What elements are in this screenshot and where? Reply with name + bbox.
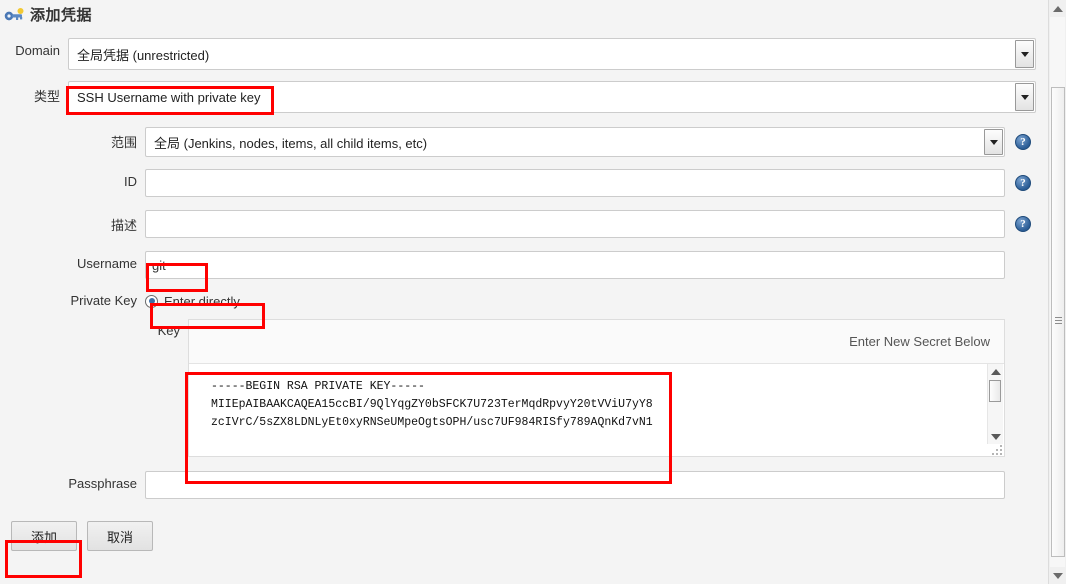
scroll-down-icon[interactable] bbox=[988, 429, 1003, 444]
scope-select[interactable]: 全局 (Jenkins, nodes, items, all child ite… bbox=[145, 127, 1005, 157]
radio-selected-icon[interactable] bbox=[145, 294, 158, 308]
chevron-down-icon[interactable] bbox=[1015, 83, 1034, 111]
domain-select-value: 全局凭据 (unrestricted) bbox=[77, 47, 210, 63]
username-input[interactable] bbox=[145, 251, 1005, 279]
page-title: 添加凭据 bbox=[30, 7, 93, 24]
resize-grip-icon[interactable] bbox=[990, 443, 1002, 455]
scope-select-value: 全局 (Jenkins, nodes, items, all child ite… bbox=[154, 135, 428, 151]
cancel-button[interactable]: 取消 bbox=[87, 521, 153, 551]
page-header: 添加凭据 bbox=[0, 0, 1049, 27]
grip-dots-icon bbox=[1055, 317, 1062, 327]
enter-directly-label: Enter directly bbox=[164, 293, 240, 309]
scroll-up-icon[interactable] bbox=[1049, 0, 1066, 17]
key-textarea-wrapper bbox=[189, 364, 1004, 456]
kind-label: 类型 bbox=[33, 89, 60, 104]
username-label: Username bbox=[77, 256, 137, 271]
key-row: Key Enter New Secret Below bbox=[0, 319, 1049, 457]
textarea-scrollbar[interactable] bbox=[987, 364, 1003, 444]
scrollbar-thumb[interactable] bbox=[1051, 87, 1065, 557]
key-textarea[interactable] bbox=[189, 364, 1004, 456]
description-label: 描述 bbox=[110, 218, 137, 233]
passphrase-input[interactable] bbox=[145, 471, 1005, 499]
action-bar: 添加 取消 bbox=[0, 521, 1049, 551]
id-label: ID bbox=[124, 174, 137, 189]
scroll-up-icon[interactable] bbox=[988, 364, 1003, 379]
scrollbar-track[interactable] bbox=[1050, 17, 1065, 567]
id-input[interactable] bbox=[145, 169, 1005, 197]
scope-help-icon[interactable]: ? bbox=[1015, 134, 1031, 150]
passphrase-label: Passphrase bbox=[68, 476, 137, 491]
description-help-icon[interactable]: ? bbox=[1015, 216, 1031, 232]
domain-row: Domain 全局凭据 (unrestricted) bbox=[0, 38, 1049, 70]
domain-select[interactable]: 全局凭据 (unrestricted) bbox=[68, 38, 1036, 70]
scroll-down-icon[interactable] bbox=[1049, 567, 1066, 584]
id-row: ID ? bbox=[0, 169, 1049, 197]
description-row: 描述 ? bbox=[0, 210, 1049, 238]
chevron-down-icon[interactable] bbox=[1015, 40, 1034, 68]
secret-panel: Enter New Secret Below bbox=[188, 319, 1005, 457]
username-row: Username bbox=[0, 251, 1049, 279]
kind-select-value: SSH Username with private key bbox=[77, 89, 261, 105]
key-icon bbox=[4, 7, 24, 23]
scrollbar-thumb[interactable] bbox=[989, 380, 1001, 402]
kind-row: 类型 SSH Username with private key bbox=[0, 81, 1049, 113]
passphrase-row: Passphrase bbox=[0, 471, 1049, 499]
submit-button[interactable]: 添加 bbox=[11, 521, 77, 551]
private-key-row: Private Key Enter directly bbox=[0, 291, 1049, 311]
enter-directly-radio-option[interactable]: Enter directly bbox=[145, 291, 1005, 311]
scope-row: 范围 全局 (Jenkins, nodes, items, all child … bbox=[0, 127, 1049, 157]
domain-label: Domain bbox=[15, 43, 60, 58]
key-label: Key bbox=[157, 323, 180, 338]
credentials-page: 添加凭据 Domain 全局凭据 (unrestricted) 类型 SSH U… bbox=[0, 0, 1049, 584]
kind-select[interactable]: SSH Username with private key bbox=[68, 81, 1036, 113]
secret-notice: Enter New Secret Below bbox=[189, 320, 1004, 364]
page-scrollbar[interactable] bbox=[1048, 0, 1066, 584]
description-input[interactable] bbox=[145, 210, 1005, 238]
scope-label: 范围 bbox=[110, 135, 137, 150]
private-key-label: Private Key bbox=[70, 293, 137, 308]
chevron-down-icon[interactable] bbox=[984, 129, 1003, 155]
id-help-icon[interactable]: ? bbox=[1015, 175, 1031, 191]
